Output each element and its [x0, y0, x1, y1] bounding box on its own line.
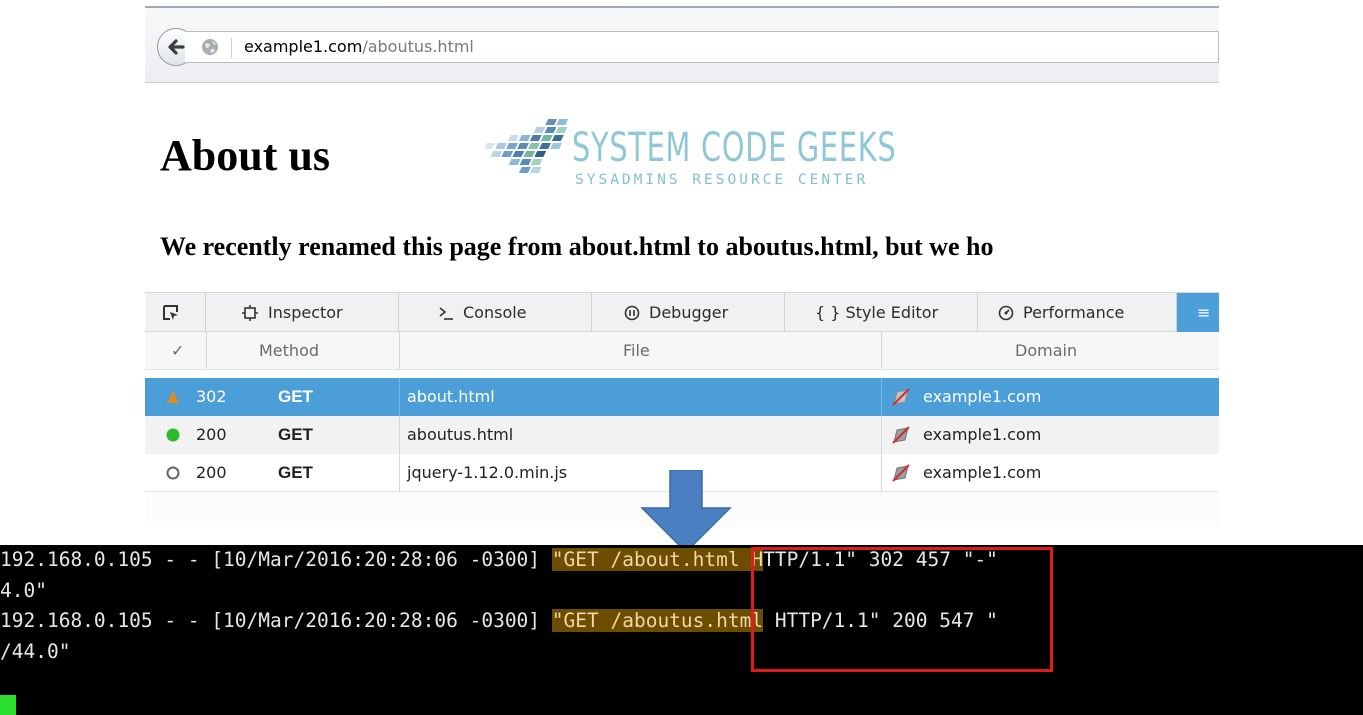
- navigation-bar: example1.com/aboutus.html: [145, 8, 1219, 83]
- tab-label: Debugger: [649, 303, 729, 322]
- column-divider: [399, 332, 400, 369]
- column-divider: [881, 454, 882, 491]
- warning-triangle-icon: [167, 391, 179, 403]
- tab-performance[interactable]: Performance: [978, 293, 1177, 332]
- tab-debugger[interactable]: Debugger: [592, 293, 785, 332]
- page-subtitle: We recently renamed this page from about…: [160, 232, 994, 261]
- status-code: 302: [196, 387, 227, 406]
- request-file: about.html: [407, 387, 495, 406]
- green-circle-icon: [166, 428, 180, 442]
- hollow-circle-icon: [166, 466, 180, 480]
- picker-icon: [163, 305, 178, 320]
- log-line: /44.0": [0, 640, 70, 663]
- highlight-box: [751, 547, 1053, 672]
- down-arrow-icon: [640, 470, 732, 554]
- url-separator: [231, 38, 232, 58]
- status-code: 200: [196, 463, 227, 482]
- network-tab-icon: ≡: [1197, 303, 1211, 322]
- column-divider: [399, 378, 400, 416]
- logo-title: SYSTEM CODE GEEKS: [572, 125, 897, 171]
- request-file: aboutus.html: [407, 425, 514, 444]
- debugger-icon: [624, 305, 640, 321]
- inspector-icon: [242, 305, 258, 321]
- site-logo: SYSTEM CODE GEEKS SYSADMINS RESOURCE CEN…: [470, 115, 910, 195]
- devtools-toolbar: Inspector Console Debugger { } Style Edi…: [145, 292, 1219, 332]
- request-row[interactable]: 302 GET about.html example1.com: [145, 378, 1219, 416]
- request-method: GET: [278, 463, 313, 482]
- insecure-connection-icon: [892, 426, 910, 444]
- url-domain: example1.com: [244, 37, 363, 56]
- log-highlight: "GET /about.html H: [551, 548, 764, 571]
- tab-label: Console: [463, 303, 527, 322]
- logo-subtitle: SYSADMINS RESOURCE CENTER: [575, 172, 869, 188]
- request-file: jquery-1.12.0.min.js: [407, 463, 568, 482]
- tab-label: Performance: [1023, 303, 1125, 322]
- request-method: GET: [278, 425, 313, 444]
- log-prefix: 4.0": [0, 579, 47, 602]
- logo-graphic: [484, 119, 569, 173]
- request-domain: example1.com: [923, 425, 1042, 444]
- request-table-header: ✓ Method File Domain: [145, 332, 1219, 370]
- column-divider: [881, 378, 882, 416]
- request-domain: example1.com: [923, 463, 1042, 482]
- column-divider: [881, 332, 882, 369]
- column-domain[interactable]: Domain: [1015, 341, 1077, 360]
- status-code: 200: [196, 425, 227, 444]
- url-path: /aboutus.html: [362, 37, 474, 56]
- back-arrow-icon: [168, 39, 185, 55]
- page-title: About us: [160, 131, 330, 180]
- log-highlight: "GET /aboutus.html: [551, 609, 764, 632]
- column-divider: [399, 454, 400, 491]
- terminal-window: 192.168.0.105 - - [10/Mar/2016:20:28:06 …: [0, 545, 1363, 715]
- column-divider: [399, 416, 400, 454]
- tab-inspector[interactable]: Inspector: [206, 293, 399, 332]
- url-bar[interactable]: example1.com/aboutus.html: [185, 31, 1219, 63]
- tab-console[interactable]: Console: [399, 293, 592, 332]
- globe-icon: [202, 39, 218, 55]
- log-prefix: 192.168.0.105 - - [10/Mar/2016:20:28:06 …: [0, 609, 552, 632]
- log-prefix: /44.0": [0, 640, 71, 663]
- insecure-connection-icon: [892, 464, 910, 482]
- performance-icon: [998, 305, 1014, 321]
- column-method[interactable]: Method: [259, 341, 319, 360]
- request-domain: example1.com: [923, 387, 1042, 406]
- column-file[interactable]: File: [623, 341, 650, 360]
- tab-style-editor[interactable]: { } Style Editor: [785, 293, 978, 332]
- tab-label: { } Style Editor: [815, 303, 939, 322]
- terminal-cursor: [0, 695, 16, 715]
- column-divider: [206, 332, 207, 369]
- browser-window: example1.com/aboutus.html: [145, 0, 1219, 90]
- url-text: example1.com/aboutus.html: [244, 37, 474, 56]
- insecure-connection-icon: [892, 388, 910, 406]
- log-prefix: 192.168.0.105 - - [10/Mar/2016:20:28:06 …: [0, 548, 552, 571]
- console-icon: [439, 307, 453, 320]
- request-row[interactable]: 200 GET aboutus.html example1.com: [145, 416, 1219, 454]
- column-divider: [881, 416, 882, 454]
- tab-network[interactable]: ≡: [1177, 293, 1219, 332]
- element-picker-button[interactable]: [145, 293, 206, 332]
- column-status[interactable]: ✓: [171, 341, 184, 360]
- request-method: GET: [278, 387, 313, 406]
- tab-label: Inspector: [268, 303, 343, 322]
